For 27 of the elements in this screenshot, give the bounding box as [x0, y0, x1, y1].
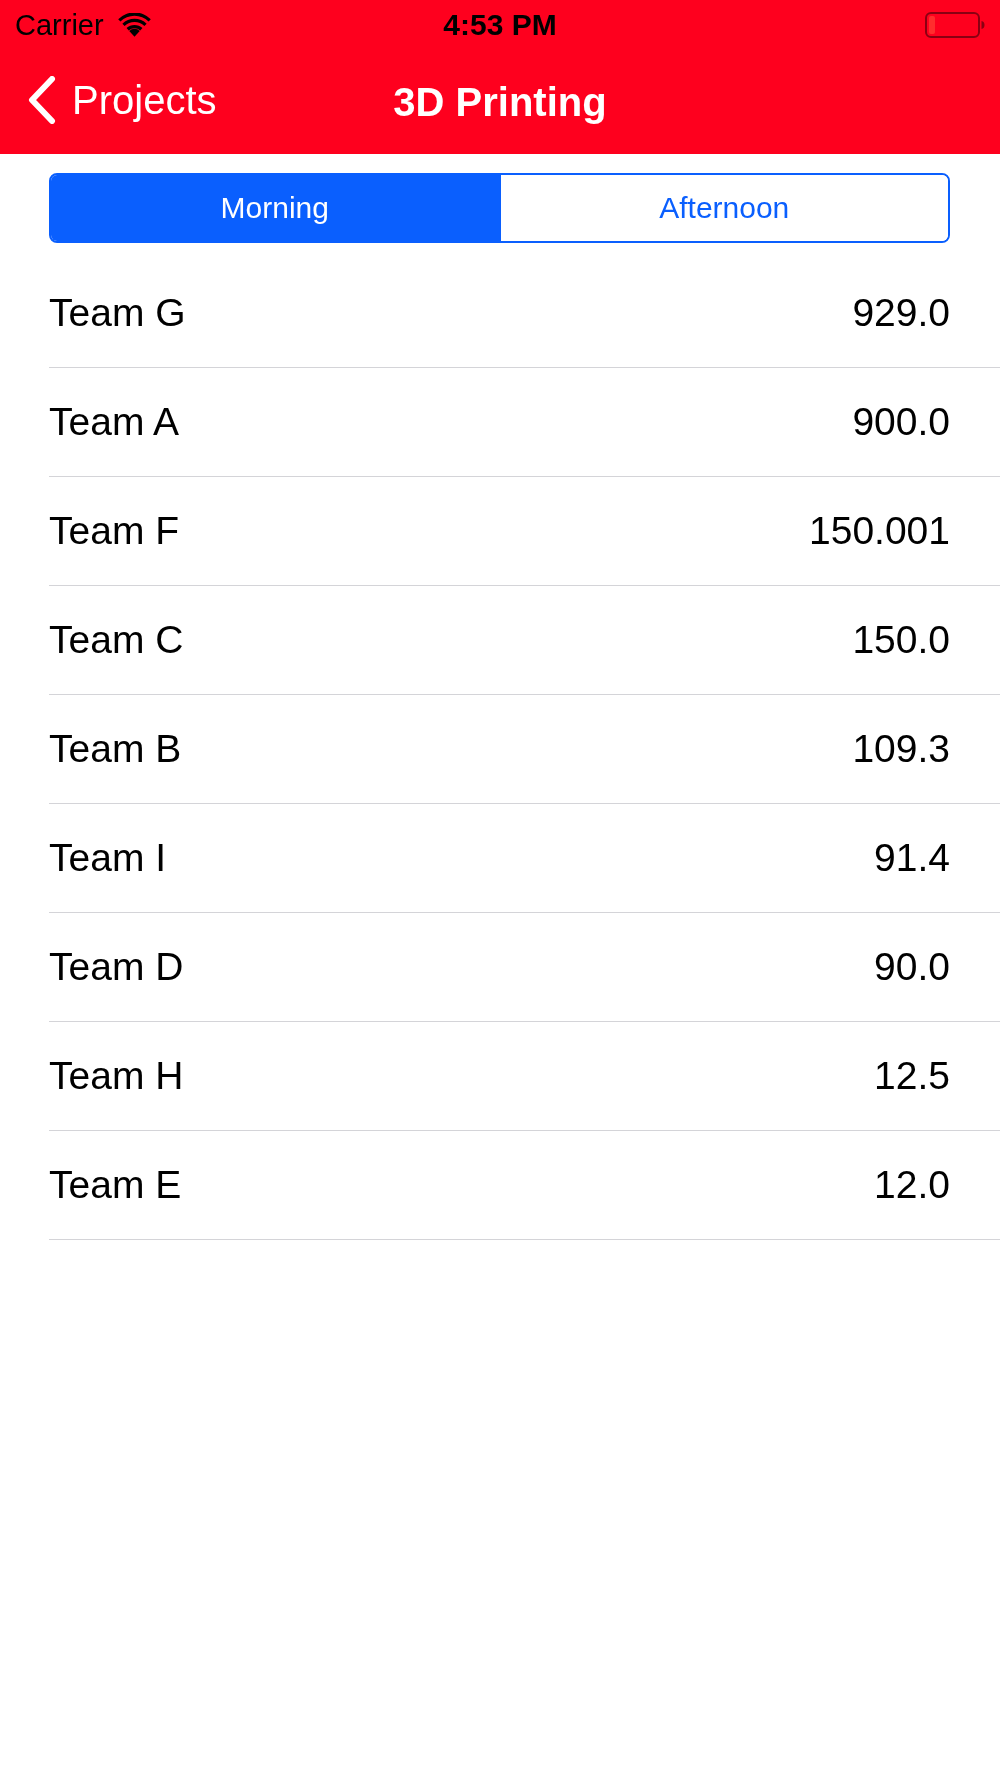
team-score: 109.3: [852, 726, 950, 772]
chevron-left-icon: [28, 76, 56, 124]
team-name: Team I: [49, 835, 167, 881]
segment-tab[interactable]: Afternoon: [498, 175, 948, 241]
team-name: Team H: [49, 1053, 184, 1099]
back-button[interactable]: Projects: [28, 76, 217, 124]
team-score: 150.001: [809, 508, 950, 554]
team-score: 91.4: [874, 835, 950, 881]
team-score: 90.0: [874, 944, 950, 990]
wifi-icon: [117, 13, 151, 37]
team-score: 900.0: [852, 399, 950, 445]
team-name: Team F: [49, 508, 180, 554]
team-score: 150.0: [852, 617, 950, 663]
team-name: Team D: [49, 944, 184, 990]
battery-icon: [925, 12, 985, 38]
team-name: Team A: [49, 399, 180, 445]
clock-time: 4:53 PM: [443, 8, 557, 42]
team-score: 929.0: [852, 290, 950, 336]
team-name: Team E: [49, 1162, 182, 1208]
team-name: Team B: [49, 726, 182, 772]
team-score: 12.0: [874, 1162, 950, 1208]
nav-title: 3D Printing: [393, 79, 607, 126]
carrier-label: Carrier: [15, 8, 104, 42]
team-score: 12.5: [874, 1053, 950, 1099]
team-name: Team G: [49, 290, 186, 336]
segment-tab[interactable]: Morning: [51, 175, 499, 241]
team-name: Team C: [49, 617, 184, 663]
